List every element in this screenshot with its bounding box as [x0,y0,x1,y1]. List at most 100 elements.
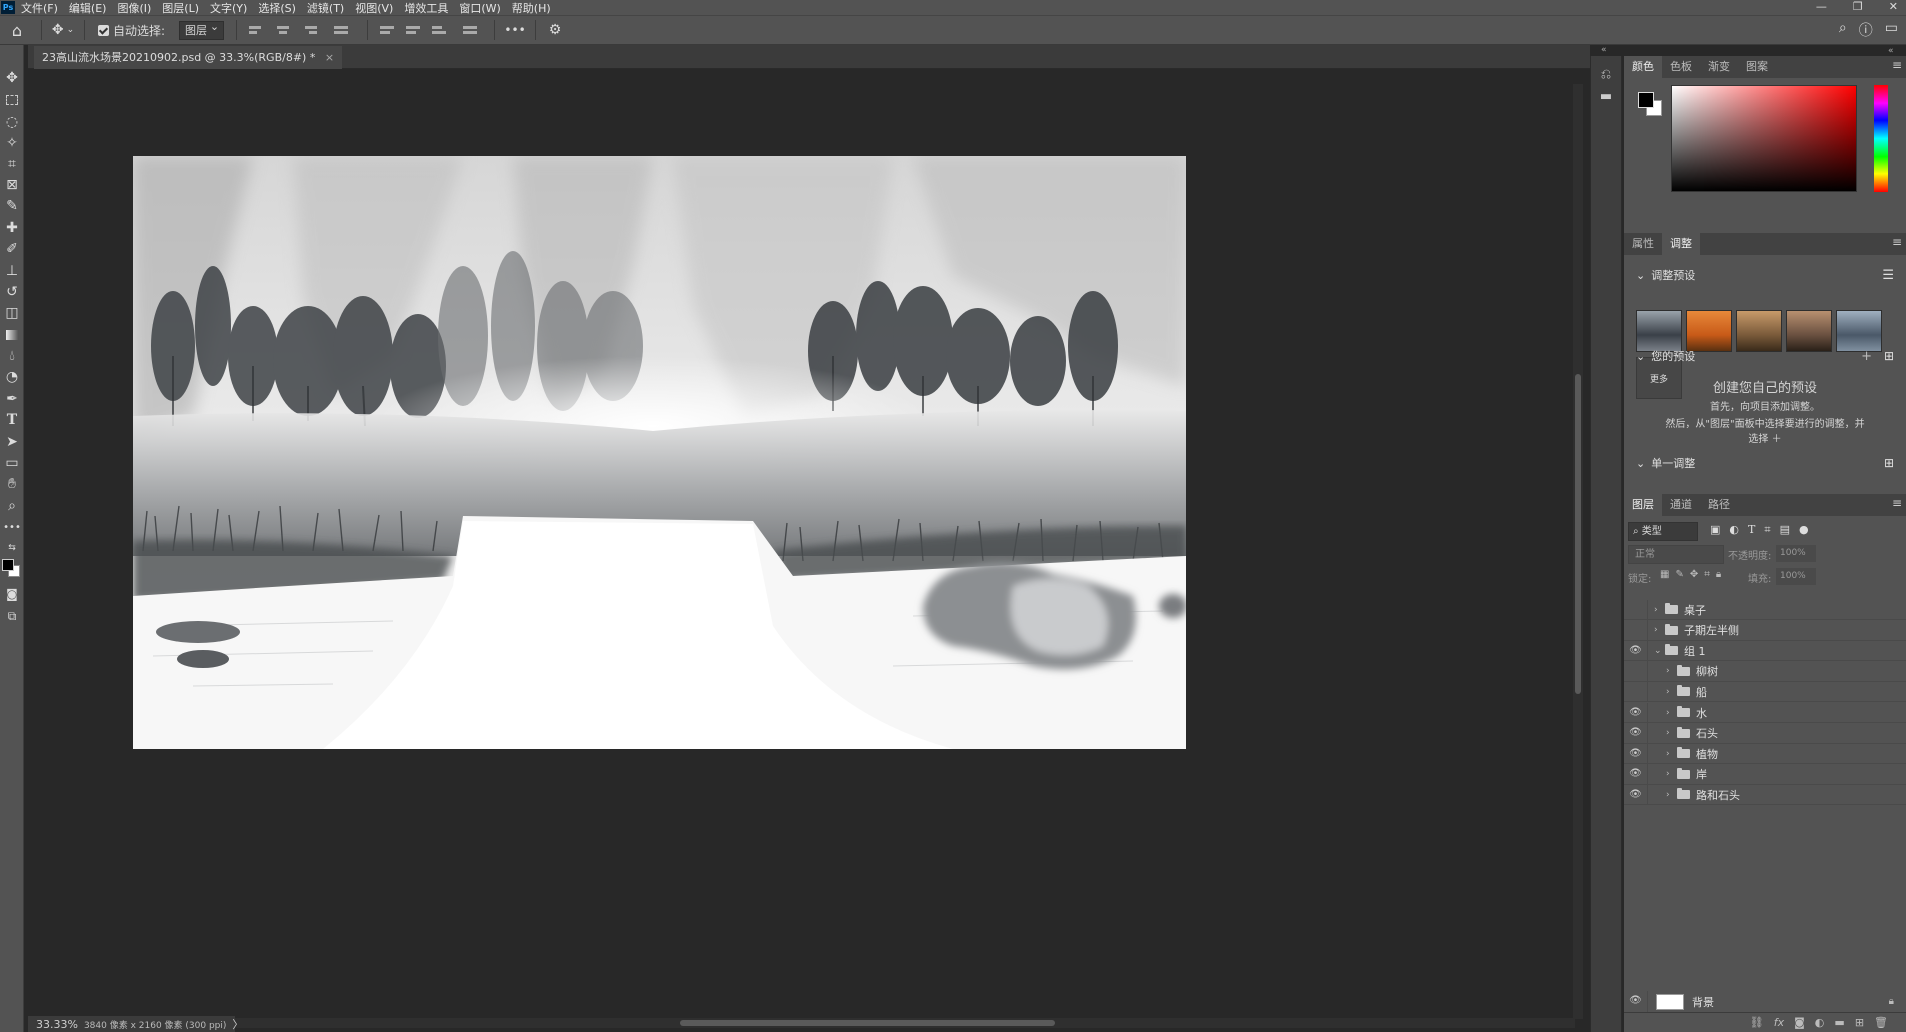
close-tab-icon[interactable]: × [325,51,334,64]
chevron-down-icon[interactable]: ⌄ [1654,646,1662,656]
eye-icon[interactable]: 👁︎ [1624,784,1648,805]
lock-artboard-icon[interactable]: ⌗ [1704,569,1710,580]
eye-icon[interactable]: 👁︎ [1624,702,1648,723]
distribute-vertical-icon[interactable] [463,22,479,38]
lock-pixels-icon[interactable]: ✎ [1675,569,1683,580]
eye-icon[interactable]: 👁︎ [1624,640,1648,661]
align-left-icon[interactable] [249,22,265,38]
marquee-tool-icon[interactable] [3,91,21,109]
healing-brush-tool-icon[interactable]: ✚ [3,219,21,237]
auto-select-dropdown[interactable]: 图层 [179,19,225,40]
layer-row[interactable]: 👁︎ › 植物 [1624,743,1906,765]
pixel-filter-icon[interactable]: ▣ [1710,523,1720,537]
menu-help[interactable]: 帮助(H) [512,0,551,16]
comments-panel-icon[interactable]: ▬ [1598,88,1614,104]
layer-row[interactable]: 👁︎ › 船 [1624,681,1906,703]
tab-swatches[interactable]: 色板 [1662,56,1700,78]
chevron-right-icon[interactable]: › [1666,769,1674,779]
layer-row[interactable]: 👁︎ › 水 [1624,702,1906,723]
align-top-icon[interactable] [380,22,396,38]
minimize-button[interactable]: — [1816,0,1827,13]
magic-wand-tool-icon[interactable]: ✧ [3,134,21,152]
restore-button[interactable]: ❐ [1853,0,1863,13]
layer-row[interactable]: 👁︎ › 石头 [1624,723,1906,744]
layer-row[interactable]: 👁︎ › 柳树 [1624,661,1906,682]
lock-position-icon[interactable]: ✥ [1690,569,1698,580]
eye-icon[interactable]: 👁︎ [1624,743,1648,764]
move-tool-preset-icon[interactable]: ✥ ⌄ [49,18,77,42]
path-selection-tool-icon[interactable]: ➤ [3,433,21,451]
fill-input[interactable]: 100% [1776,568,1816,585]
menu-layer[interactable]: 图层(L) [162,0,199,16]
history-brush-tool-icon[interactable]: ↺ [3,283,21,301]
align-bottom-icon[interactable] [432,22,448,38]
lock-all-icon[interactable]: 🔒︎ [1716,569,1721,580]
document-tab[interactable]: 23高山流水场景20210902.psd @ 33.3%(RGB/8#) * × [34,46,343,69]
vertical-scroll-thumb[interactable] [1575,374,1581,694]
artwork-canvas[interactable] [133,156,1186,749]
eye-icon[interactable]: 👁︎ [1624,723,1648,744]
grid-view-icon[interactable]: ⊞ [1884,349,1894,363]
chevron-right-icon[interactable]: › [1654,625,1662,635]
crop-tool-icon[interactable]: ⌗ [3,155,21,173]
horizontal-scroll-thumb[interactable] [680,1020,1055,1026]
hue-slider[interactable] [1874,85,1888,192]
your-presets-header[interactable]: ⌄ 您的预设 + ⊞ [1624,346,1906,366]
history-panel-icon[interactable]: ⎌ [1598,66,1614,82]
menu-image[interactable]: 图像(I) [117,0,151,16]
close-window-button[interactable]: ✕ [1889,0,1898,13]
menu-edit[interactable]: 编辑(E) [69,0,107,16]
align-hcenter-icon[interactable] [275,22,291,38]
chevron-right-icon[interactable]: › [1654,605,1662,615]
brush-tool-icon[interactable]: ✐ [3,240,21,258]
gradient-tool-icon[interactable] [3,326,21,344]
foreground-color-swatch[interactable] [2,559,14,571]
delete-layer-icon[interactable]: 🗑︎ [1874,1016,1888,1029]
add-icon[interactable]: + [1861,349,1872,364]
presets-header[interactable]: ⌄ 调整预设 ☰ [1624,265,1906,285]
new-group-icon[interactable]: ▬ [1834,1016,1844,1029]
more-tools-icon[interactable]: ••• [3,518,21,536]
collapse-icon[interactable]: « [1601,45,1607,55]
search-icon[interactable]: ⌕ [1839,20,1847,40]
shape-filter-icon[interactable]: ⌗ [1764,523,1770,537]
tab-layers[interactable]: 图层 [1624,494,1662,516]
pen-tool-icon[interactable]: ✒ [3,390,21,408]
single-adjust-header[interactable]: ⌄ 单一调整 ⊞ [1624,453,1906,473]
zoom-level[interactable]: 33.33% [36,1018,78,1031]
tab-color[interactable]: 颜色 [1624,56,1662,78]
eye-icon[interactable]: 👁︎ [1624,990,1648,1013]
tab-adjustments[interactable]: 调整 [1662,233,1700,255]
eraser-tool-icon[interactable]: ◫ [3,304,21,322]
swap-colors-icon[interactable]: ⇆ [3,539,21,557]
adjustment-filter-icon[interactable]: ◐ [1729,523,1739,537]
type-filter-icon[interactable]: T [1748,523,1755,537]
vertical-scrollbar[interactable] [1573,84,1583,1019]
quick-mask-icon[interactable]: ◙ [3,585,21,603]
lasso-tool-icon[interactable]: ◌ [3,113,21,131]
menu-plugins[interactable]: 增效工具 [404,0,448,16]
panel-menu-icon[interactable]: ≡ [1892,58,1902,72]
frame-tool-icon[interactable]: ⊠ [3,176,21,194]
hand-tool-icon[interactable]: ✋︎ [3,475,21,493]
layer-style-icon[interactable]: fx [1774,1016,1784,1029]
workspace-icon[interactable]: ▭ [1885,20,1898,40]
smart-object-filter-icon[interactable]: ▤ [1780,523,1790,537]
opacity-input[interactable]: 100% [1776,545,1816,562]
layer-row[interactable]: 👁︎ ⌄ 组 1 [1624,640,1906,662]
move-tool-icon[interactable]: ✥ [3,69,21,87]
filter-toggle-icon[interactable]: ● [1799,523,1809,537]
foreground-color-chip[interactable] [1638,92,1654,108]
panel-menu-icon[interactable]: ≡ [1892,235,1902,249]
menu-file[interactable]: 文件(F) [21,0,58,16]
auto-select-checkbox[interactable]: 自动选择: [92,18,171,42]
eye-icon[interactable]: 👁︎ [1624,764,1648,785]
type-tool-icon[interactable]: T [3,411,21,429]
chevron-right-icon[interactable]: › [1666,708,1674,718]
chevron-right-icon[interactable]: › [1666,749,1674,759]
tab-channels[interactable]: 通道 [1662,494,1700,516]
rectangle-tool-icon[interactable]: ▭ [3,454,21,472]
stamp-tool-icon[interactable]: ⊥ [3,262,21,280]
add-mask-icon[interactable]: ◙ [1794,1016,1805,1029]
blend-mode-dropdown[interactable]: 正常 [1628,545,1724,564]
